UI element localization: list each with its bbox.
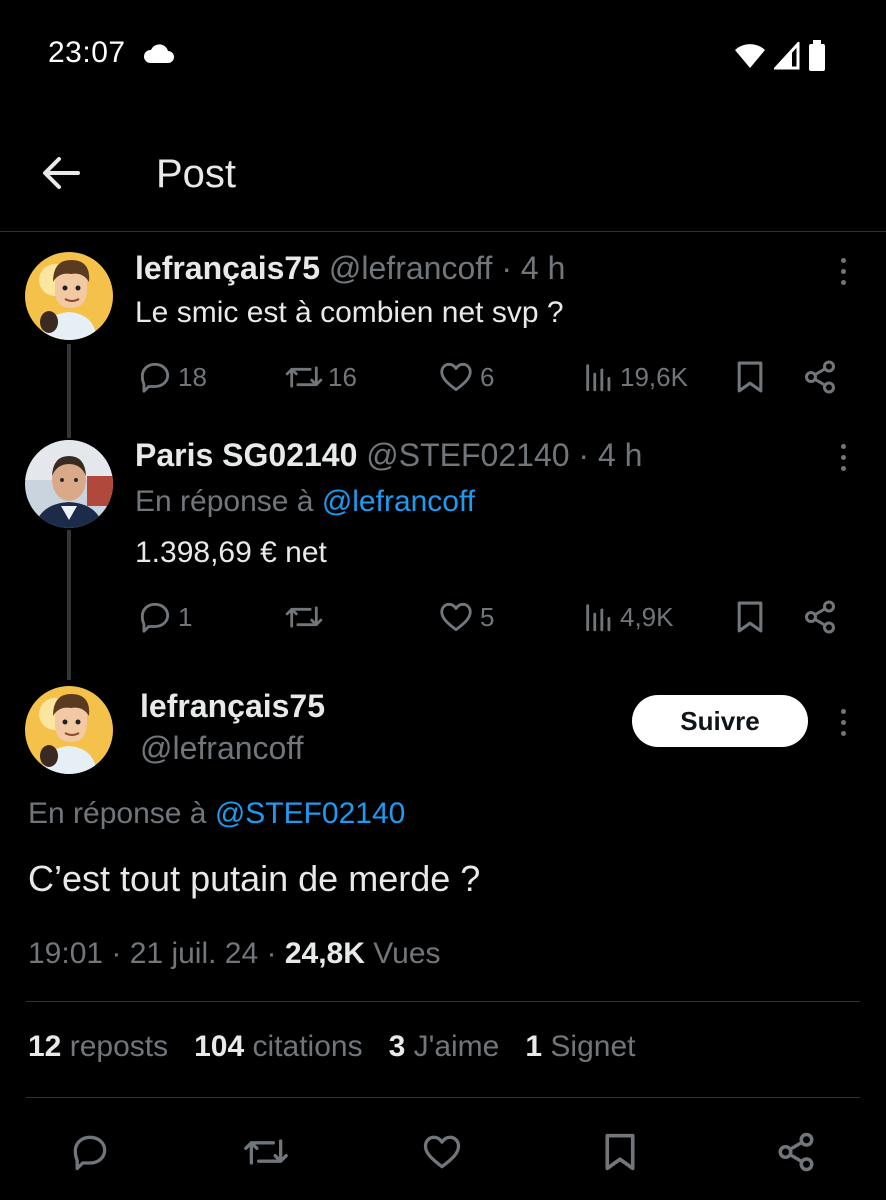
avatar[interactable] [25,440,113,528]
bookmark-icon [605,1133,635,1171]
repost-count: 16 [328,361,357,392]
bookmark-button[interactable] [733,355,767,399]
main-post-text: C’est tout putain de merde ? [28,858,481,899]
more-options-button[interactable] [828,702,858,742]
quotes-stat[interactable]: 104 citations [194,1030,362,1064]
share-icon [805,600,835,634]
reply-button[interactable] [66,1128,114,1176]
user-handle[interactable]: @STEF02140 [366,437,569,473]
tweet-time: · 4 h [501,250,566,286]
reply-button[interactable]: 1 [136,595,192,639]
repost-button[interactable] [284,595,328,639]
reply-context: En réponse à @STEF02140 [28,797,405,831]
user-handle[interactable]: @lefrancoff [329,250,493,286]
avatar[interactable] [25,252,113,340]
repost-icon [285,366,323,388]
like-button[interactable]: 5 [436,595,494,639]
like-count: 5 [480,601,495,632]
heart-icon [440,602,472,632]
main-user-handle[interactable]: @lefrancoff [140,730,304,767]
more-options-button[interactable] [828,437,858,477]
repost-button[interactable] [242,1128,290,1176]
battery-icon [808,40,826,77]
repost-icon [285,606,323,628]
share-button[interactable] [802,355,838,399]
tweet-header: Paris SG02140 @STEF02140 · 4 h [135,437,642,474]
views-count: 19,6K [620,361,688,392]
views-count: 24,8K [284,937,365,970]
reply-to-link[interactable]: @lefrancoff [322,485,475,518]
back-button[interactable] [38,150,84,196]
share-icon [805,360,835,394]
share-button[interactable] [802,595,838,639]
share-icon [778,1132,814,1172]
post-timestamp: 19:01 · 21 juil. 24 · [28,937,277,970]
display-name[interactable]: Paris SG02140 [135,437,357,473]
heart-icon [440,362,472,392]
more-options-button[interactable] [828,251,858,291]
reply-icon [140,362,170,393]
reply-icon [73,1135,107,1171]
thread-line [67,344,71,438]
heart-icon [423,1135,461,1169]
status-bar: 23:07 [0,0,886,110]
likes-stat[interactable]: 3 J'aime [389,1030,500,1064]
bookmark-button[interactable] [733,595,767,639]
reply-prefix: En réponse à [135,485,314,518]
views-button[interactable]: 19,6K [582,355,688,399]
signal-icon [772,40,800,75]
avatar[interactable] [25,686,113,774]
reply-button[interactable]: 18 [136,355,207,399]
tweet-text: 1.398,69 € net [135,536,327,569]
repost-icon [244,1139,288,1165]
follow-button[interactable]: Suivre [632,695,808,747]
tweet-time: · 4 h [578,437,643,473]
main-display-name[interactable]: lefrançais75 [140,688,325,725]
tweet-header: lefrançais75 @lefrancoff · 4 h [135,250,565,287]
post-action-bar [0,1122,886,1182]
views-button[interactable]: 4,9K [582,595,674,639]
wifi-icon [734,42,766,75]
repost-button[interactable]: 16 [284,355,357,399]
tweet-actions: 18 16 6 19,6K [136,355,846,399]
like-button[interactable]: 6 [436,355,494,399]
post-stats: 12 reposts 104 citations 3 J'aime 1 Sign… [28,1030,635,1064]
like-count: 6 [480,361,495,392]
bookmark-icon [737,361,763,393]
post-timestamp-row: 19:01 · 21 juil. 24 · 24,8K Vues [28,937,441,971]
divider [26,1001,860,1002]
divider [26,1097,860,1098]
reply-icon [140,602,170,633]
cloud-icon [142,44,174,69]
bookmark-icon [737,601,763,633]
reposts-stat[interactable]: 12 reposts [28,1030,168,1064]
analytics-icon [586,604,611,632]
share-button[interactable] [772,1128,820,1176]
tweet-text: Le smic est à combien net svp ? [135,296,564,329]
reply-count: 18 [178,361,207,392]
views-count: 4,9K [620,601,674,632]
bookmarks-stat[interactable]: 1 Signet [525,1030,635,1064]
reply-context: En réponse à @lefrancoff [135,485,475,519]
views-label: Vues [373,937,441,970]
page-title: Post [156,152,237,196]
like-button[interactable] [418,1128,466,1176]
reply-count: 1 [178,601,193,632]
bookmark-button[interactable] [596,1128,644,1176]
arrow-left-icon [43,157,80,189]
top-header: Post [0,120,886,232]
tweet-actions: 1 5 4,9K [136,595,846,639]
reply-prefix: En réponse à [28,797,207,830]
status-time: 23:07 [48,36,126,69]
analytics-icon [586,364,611,392]
reply-to-link[interactable]: @STEF02140 [215,797,406,830]
display-name[interactable]: lefrançais75 [135,250,320,286]
thread-line [67,530,71,680]
